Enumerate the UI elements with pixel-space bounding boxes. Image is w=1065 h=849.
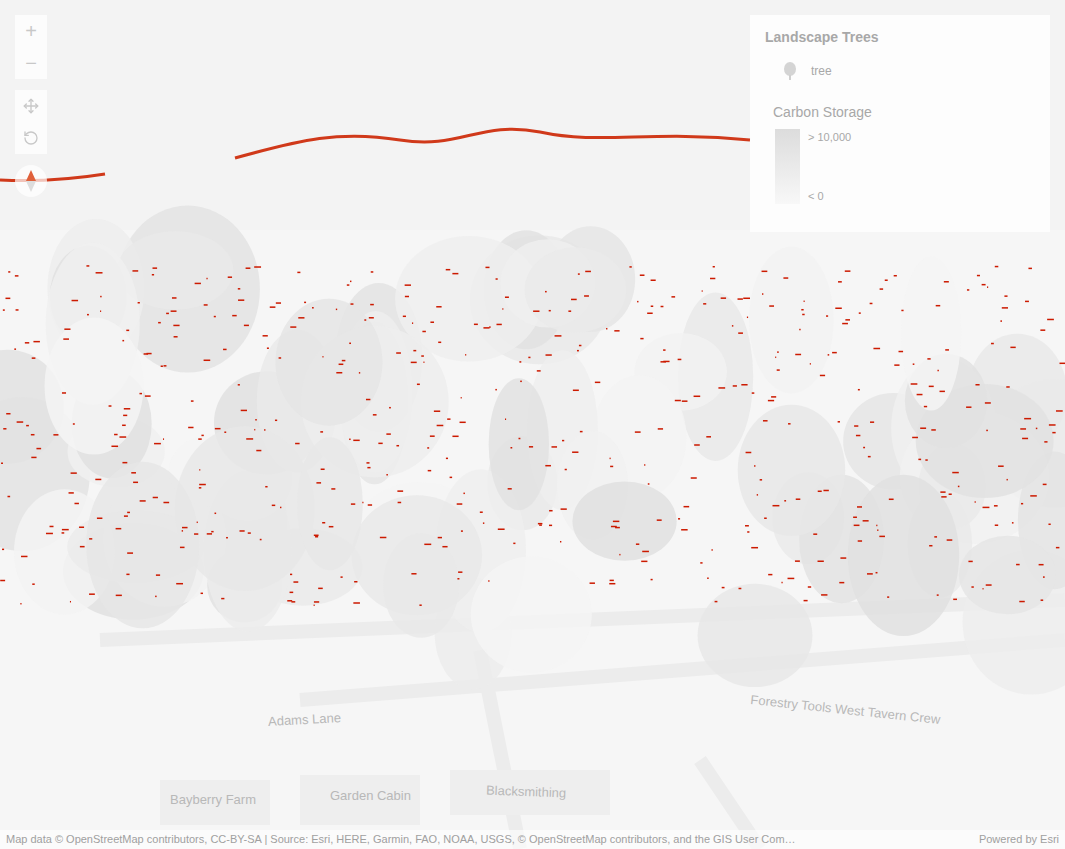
pan-button[interactable] [15, 90, 47, 122]
zoom-out-button[interactable]: − [15, 47, 47, 79]
compass-icon [26, 170, 36, 192]
rotate-icon [23, 130, 39, 146]
tree-icon [783, 62, 797, 80]
color-ramp [775, 129, 800, 204]
map-label: Bayberry Farm [170, 790, 256, 810]
pan-icon [23, 98, 39, 114]
zoom-in-button[interactable]: + [15, 15, 47, 47]
map-label: Garden Cabin [330, 786, 411, 806]
ramp-min-label: < 0 [808, 188, 851, 205]
attribution-text: Map data © OpenStreetMap contributors, C… [6, 831, 796, 848]
rotate-button[interactable] [15, 122, 47, 154]
legend-layer-title: Landscape Trees [765, 27, 1035, 48]
map-label: Forestry Tools West Tavern Crew [750, 690, 942, 729]
attribution-bar: Map data © OpenStreetMap contributors, C… [0, 830, 1065, 849]
navigation-controls: +− [15, 15, 47, 197]
legend-panel: Landscape Trees tree Carbon Storage > 10,00… [750, 15, 1050, 232]
map-label: Adams Lane [268, 708, 342, 731]
legend-ramp-title: Carbon Storage [765, 102, 1035, 123]
scene-view[interactable]: Adams Lane Garden Cabin Blacksmithing Baybe… [0, 0, 1065, 849]
compass-button[interactable] [15, 165, 47, 197]
powered-by[interactable]: Powered by Esri [979, 831, 1059, 848]
map-label: Blacksmithing [486, 781, 567, 803]
ramp-max-label: > 10,000 [808, 129, 851, 146]
legend-symbol-label: tree [811, 62, 832, 80]
